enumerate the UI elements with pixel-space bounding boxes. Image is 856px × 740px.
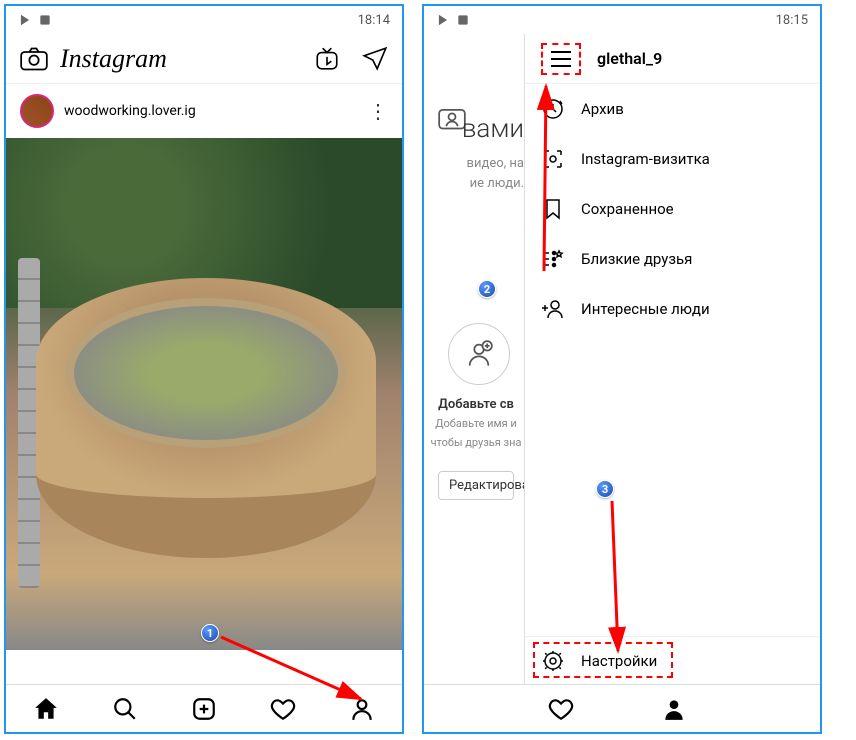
drawer-item-archive[interactable]: Архив [525,84,820,134]
direct-message-icon[interactable] [362,46,388,72]
status-time: 18:15 [776,13,808,28]
annotation-badge-1: 1 [201,624,219,642]
drawer-item-label: Архив [581,100,624,118]
add-profile-desc1: Добавьте имя и [428,416,524,431]
igtv-icon[interactable] [314,46,340,72]
drawer-item-saved[interactable]: Сохраненное [525,184,820,234]
hamburger-menu-highlighted[interactable] [541,43,581,75]
more-options-icon[interactable]: ⋮ [368,99,388,123]
app-header: Instagram [6,34,402,84]
drawer-item-label: Instagram-визитка [581,150,710,168]
camera-icon[interactable] [20,47,48,71]
gear-icon [541,649,565,673]
drawer-username: glethal_9 [597,49,662,68]
edit-profile-button[interactable]: Редактирова [438,471,514,500]
search-icon[interactable] [112,696,138,722]
bottom-nav [424,684,820,732]
home-icon[interactable] [33,696,59,722]
post-username[interactable]: woodworking.lover.ig [64,103,358,119]
person-add-icon [465,340,493,368]
settings-label: Настройки [581,652,657,670]
phone-screen-left: 18:14 Instagram woodworking.lover.ig ⋮ 1 [4,4,404,734]
status-notification-icon [38,13,52,27]
drawer-item-label: Интересные люди [581,300,710,318]
status-indicator-icon [436,13,450,27]
annotation-badge-2: 2 [478,280,496,298]
close-friends-icon [541,247,565,271]
instagram-logo: Instagram [60,44,292,74]
bottom-nav [6,684,402,732]
activity-icon[interactable] [270,696,296,722]
post-header: woodworking.lover.ig ⋮ [6,84,402,138]
background-text-1: видео, на [428,154,524,174]
drawer-item-close-friends[interactable]: Близкие друзья [525,234,820,284]
drawer-item-label: Сохраненное [581,200,674,218]
drawer-header: glethal_9 [525,34,820,84]
profile-icon[interactable] [349,696,375,722]
post-image[interactable] [6,138,402,650]
annotation-badge-3: 3 [596,480,614,498]
activity-icon[interactable] [548,696,574,722]
discover-people-icon [541,297,565,321]
avatar[interactable] [20,94,54,128]
drawer-item-label: Близкие друзья [581,250,692,268]
status-bar: 18:15 [424,6,820,34]
bookmark-icon [541,197,565,221]
add-post-icon[interactable] [191,696,217,722]
status-indicator-icon [18,13,32,27]
drawer-menu: glethal_9 Архив Instagram-визитка Сохран… [524,34,820,684]
drawer-item-nametag[interactable]: Instagram-визитка [525,134,820,184]
status-time: 18:14 [358,13,390,28]
background-text-2: ие люди. [428,174,524,194]
background-content: вами видео, на ие люди. Добавьте св Доба… [424,84,524,520]
drawer-settings[interactable]: Настройки [525,636,820,684]
phone-screen-right: 18:15 вами видео, на ие люди. Добавьте с… [422,4,822,734]
status-notification-icon [456,13,470,27]
background-title: вами [428,114,524,144]
add-profile-title: Добавьте св [428,397,524,412]
status-bar: 18:14 [6,6,402,34]
add-profile-photo[interactable] [448,323,510,385]
nametag-icon [541,147,565,171]
add-profile-desc2: чтобы друзья зна [428,435,524,450]
archive-icon [541,97,565,121]
profile-icon[interactable] [661,696,687,722]
hamburger-icon [549,49,573,69]
drawer-item-discover[interactable]: Интересные люди [525,284,820,334]
